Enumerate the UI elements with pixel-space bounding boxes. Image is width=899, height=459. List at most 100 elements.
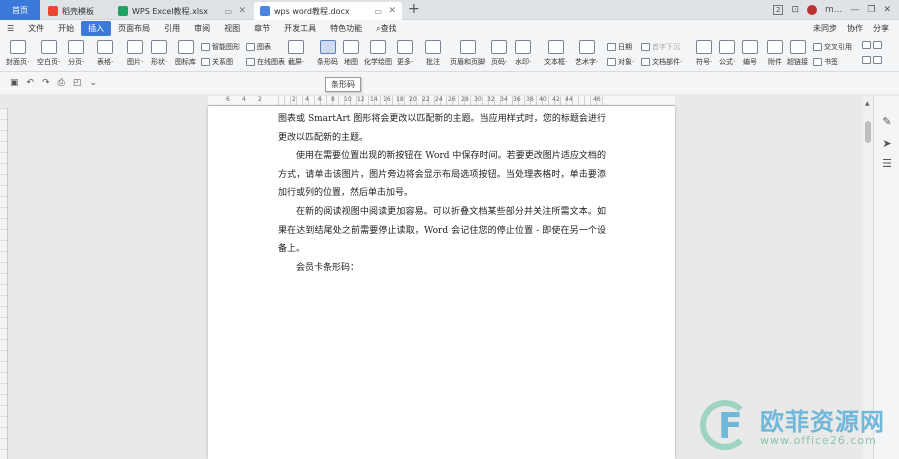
collaborate-button[interactable]: 协作 [847,23,863,34]
more-icon [397,40,414,54]
sync-status[interactable]: 未同步 [813,23,837,34]
table-button[interactable]: 表格· [97,40,113,67]
scroll-up-icon[interactable]: ▲ [865,100,870,107]
date-button[interactable]: 日期 [607,42,632,52]
print-icon[interactable]: ⎙ [58,78,65,88]
scrollbar-thumb[interactable] [865,121,871,143]
watermark-url: www.office26.com [760,434,877,447]
user-name[interactable]: m... [825,5,842,15]
new-tab-button[interactable]: + [408,1,420,17]
hyperlink-button[interactable]: 超链接 [787,40,808,67]
close-icon[interactable]: ✕ [388,6,396,16]
numbering-button[interactable]: 编号 [742,40,758,67]
minimize-icon[interactable]: — [850,5,859,15]
relation-chart-button[interactable]: 关系图 [201,57,233,67]
horizontal-ruler[interactable]: 6 4 2 2 4 6 8 10 12 14 16 18 20 22 24 26… [208,96,675,106]
shape-button[interactable]: 形状· [151,40,167,67]
quick-access-toolbar: ▣ ↶ ↷ ⎙ ◰ ⌄ [0,72,899,94]
comment-icon [425,40,441,54]
vertical-ruler[interactable] [0,108,8,459]
screenshot-button[interactable]: 截屏· [288,40,304,67]
chart-button[interactable]: 图表 [246,42,271,52]
close-window-icon[interactable]: ✕ [883,5,891,15]
header-footer-button[interactable]: 页眉和页脚 [450,40,485,67]
tab-word-file[interactable]: wps word教程.docx ▭ ✕ [254,2,402,20]
symbol-button[interactable]: 符号· [696,40,712,67]
share-button[interactable]: 分享 [873,23,889,34]
redo-icon[interactable]: ↷ [42,78,50,88]
customize-icon[interactable]: ⌄ [89,78,97,88]
menu-insert[interactable]: 插入 [81,21,112,36]
blank-page-button[interactable]: 空白页· [37,40,60,67]
page-break-icon [68,40,85,54]
undo-icon[interactable]: ↶ [27,78,35,88]
bookmark-button[interactable]: 书签 [813,57,838,67]
tab-excel-file[interactable]: WPS Excel教程.xlsx ▭ ✕ [112,2,252,20]
watermark-button[interactable]: 水印· [515,40,531,67]
paragraph-2[interactable]: 使用在需要位置出现的新按钮在 Word 中保存时间。若要更改图片适应文档的方式，… [278,147,606,203]
monitor-icon[interactable]: ▭ [374,7,382,16]
paragraph-3[interactable]: 在新的阅读视图中阅读更加容易。可以折叠文档某些部分并关注所需文本。如果在达到结尾… [278,203,606,259]
menu-icon[interactable]: ☰ [0,21,21,36]
menu-view[interactable]: 视图 [217,21,247,36]
comment-button[interactable]: 批注 [425,40,441,67]
cross-reference-button[interactable]: 交叉引用 [813,42,852,52]
attachment-button[interactable]: 附件 [767,40,783,67]
monitor-icon[interactable]: ▭ [224,7,232,16]
menu-developer[interactable]: 开发工具 [277,21,323,36]
ruler-number: 16 [383,96,391,103]
paragraph-4[interactable]: 会员卡条形码： [278,259,606,278]
paragraph-1[interactable]: 图表或 SmartArt 图形将会更改以匹配新的主题。当应用样式时，您的标题会进… [278,110,606,147]
menu-page-layout[interactable]: 页面布局 [111,21,157,36]
more-button[interactable]: 更多· [397,40,413,67]
barcode-button[interactable]: 条形码 [317,40,338,67]
online-chart-icon [246,58,255,66]
cover-page-button[interactable]: 封面页· [6,40,29,67]
chart-icon [246,43,255,51]
menu-section[interactable]: 章节 [247,21,277,36]
object-button[interactable]: 对象· [607,57,634,67]
picture-button[interactable]: 图片· [127,40,143,67]
cursor-icon[interactable]: ➤ [881,138,893,150]
page-break-button[interactable]: 分页· [68,40,84,67]
screenshot-icon [288,40,305,54]
page-break-label: 分页· [68,58,85,66]
icon-library-button[interactable]: 图标库 [175,40,196,67]
ruler-number: 44 [565,96,573,103]
chemistry-drawing-button[interactable]: 化学绘图 [364,40,392,67]
menu-file[interactable]: 文件 [21,21,51,36]
tab-docer-template[interactable]: 稻壳模板 [42,2,110,20]
map-icon [343,40,359,54]
skin-icon[interactable]: ⊡ [791,5,799,15]
restore-icon[interactable]: ❐ [867,5,875,15]
smart-graphic-button[interactable]: 智能图形 [201,42,240,52]
menu-features[interactable]: 特色功能 [323,21,369,36]
menu-review[interactable]: 审阅 [187,21,217,36]
adjust-icon[interactable]: ☰ [881,158,893,170]
document-body[interactable]: 图表或 SmartArt 图形将会更改以匹配新的主题。当应用样式时，您的标题会进… [278,110,606,277]
page-number-button[interactable]: 页码· [491,40,507,67]
window-count-badge[interactable]: 2 [773,5,784,15]
avatar[interactable] [807,5,818,15]
blank-page-icon [40,40,57,54]
pen-icon[interactable]: ✎ [881,116,893,128]
ribbon-view-toggle-1[interactable] [862,41,882,49]
tab-home[interactable]: 首页 [0,0,40,20]
menu-home[interactable]: 开始 [51,21,81,36]
menu-search[interactable]: ⌕ 查找 [369,21,403,36]
close-icon[interactable]: ✕ [238,6,246,16]
menu-references[interactable]: 引用 [157,21,187,36]
text-box-button[interactable]: 文本框· [544,40,567,67]
online-chart-button[interactable]: 在线图表 [246,57,285,67]
paperclip-icon [767,40,783,54]
formula-button[interactable]: 公式· [719,40,735,67]
drop-cap-button[interactable]: 首字下沉 [641,42,680,52]
map-button[interactable]: 地图 [343,40,359,67]
document-page[interactable]: 图表或 SmartArt 图形将会更改以匹配新的主题。当应用样式时，您的标题会进… [208,106,675,459]
save-icon[interactable]: ▣ [10,78,19,88]
word-art-button[interactable]: 艺术字· [575,40,598,67]
print-preview-icon[interactable]: ◰ [73,78,82,88]
doc-parts-button[interactable]: 文档部件· [641,57,682,67]
ribbon-view-toggle-2[interactable] [862,56,882,64]
shape-icon [151,40,168,54]
